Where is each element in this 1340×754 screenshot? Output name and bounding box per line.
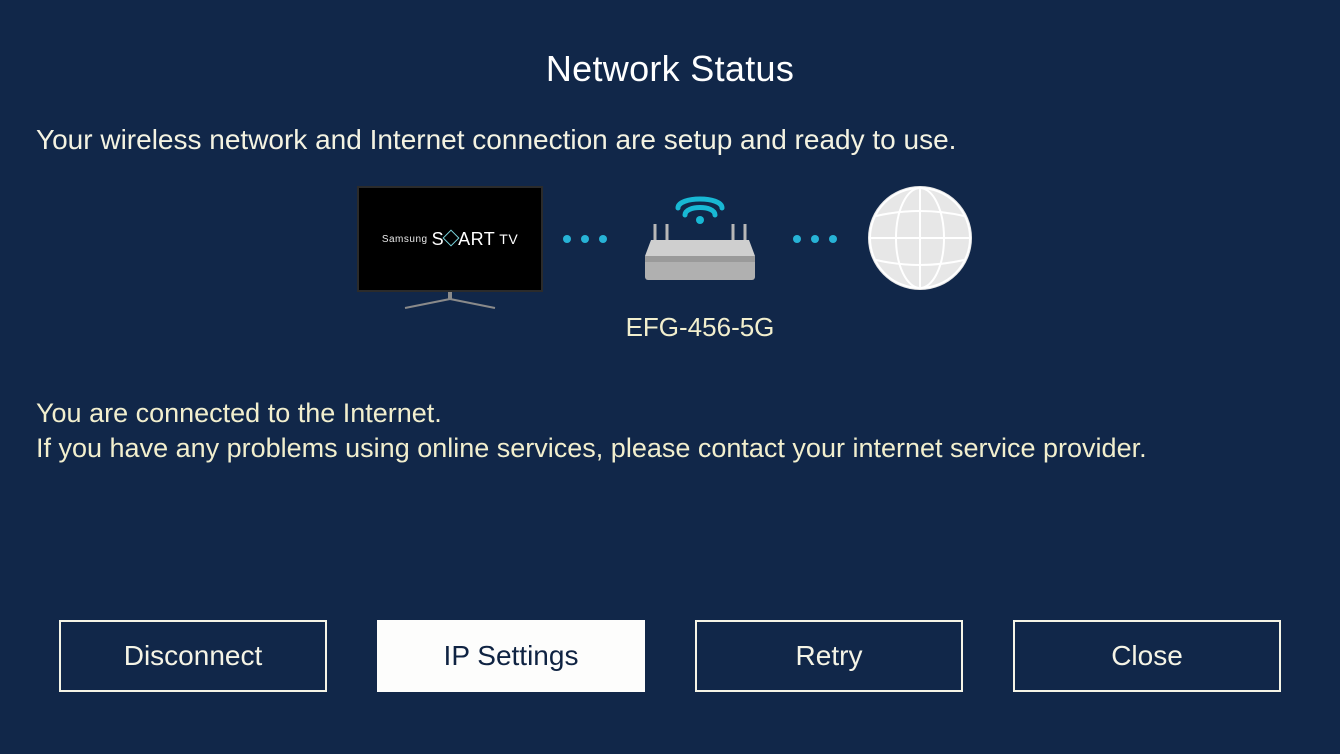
status-subtitle: Your wireless network and Internet conne… xyxy=(0,90,1340,156)
disconnect-button[interactable]: Disconnect xyxy=(59,620,327,692)
status-message: You are connected to the Internet. If yo… xyxy=(0,356,1340,465)
status-line-2: If you have any problems using online se… xyxy=(36,431,1304,466)
connection-dots-right xyxy=(775,186,855,292)
tv-brand-main: S ART TV xyxy=(432,229,519,250)
diamond-icon xyxy=(443,230,460,247)
tv-brand-s: S xyxy=(432,229,445,250)
ip-settings-button[interactable]: IP Settings xyxy=(377,620,645,692)
dot-icon xyxy=(811,235,819,243)
dot-icon xyxy=(563,235,571,243)
tv-brand-suffix: TV xyxy=(499,231,518,247)
tv-brand-prefix: Samsung xyxy=(382,234,428,245)
router-icon xyxy=(635,222,765,284)
page-title: Network Status xyxy=(0,0,1340,90)
tv-stand-icon xyxy=(390,291,510,309)
tv-node: Samsung S ART TV xyxy=(355,186,545,309)
dot-icon xyxy=(829,235,837,243)
dot-icon xyxy=(599,235,607,243)
wifi-icon xyxy=(672,186,728,226)
connection-diagram: Samsung S ART TV xyxy=(0,186,1340,356)
tv-icon: Samsung S ART TV xyxy=(357,186,543,292)
retry-button[interactable]: Retry xyxy=(695,620,963,692)
network-ssid: EFG-456-5G xyxy=(626,312,775,343)
globe-icon xyxy=(868,186,972,290)
button-row: Disconnect IP Settings Retry Close xyxy=(0,620,1340,692)
router-node: EFG-456-5G xyxy=(625,186,775,343)
tv-brand-art: ART xyxy=(458,229,495,250)
globe-node xyxy=(855,186,985,292)
dot-icon xyxy=(581,235,589,243)
status-line-1: You are connected to the Internet. xyxy=(36,396,1304,431)
connection-dots-left xyxy=(545,186,625,292)
dot-icon xyxy=(793,235,801,243)
close-button[interactable]: Close xyxy=(1013,620,1281,692)
